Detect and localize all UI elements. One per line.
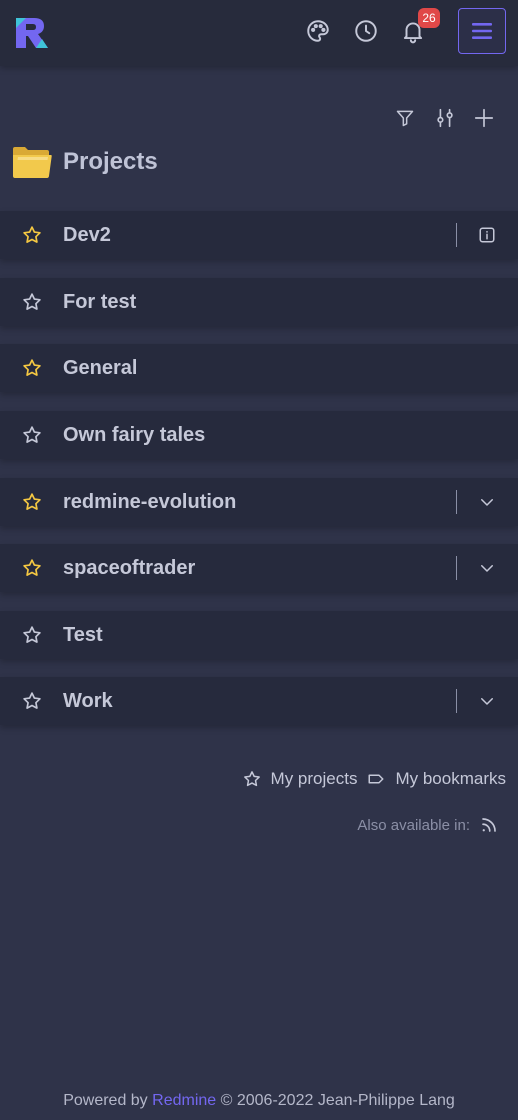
footer-prefix: Powered by bbox=[63, 1092, 148, 1109]
project-name[interactable]: redmine-evolution bbox=[63, 478, 236, 526]
row-divider bbox=[456, 490, 457, 514]
folder-icon bbox=[13, 147, 52, 178]
row-divider bbox=[456, 556, 457, 580]
my-bookmarks-link[interactable]: My bookmarks bbox=[367, 769, 506, 789]
hamburger-menu-button[interactable] bbox=[458, 8, 506, 54]
project-row-work[interactable]: Work bbox=[0, 677, 518, 725]
project-name[interactable]: Test bbox=[63, 611, 103, 659]
palette-icon[interactable] bbox=[304, 17, 332, 45]
project-row-spaceoftrader[interactable]: spaceoftrader bbox=[0, 544, 518, 592]
redmine-logo[interactable] bbox=[14, 14, 50, 50]
project-name[interactable]: spaceoftrader bbox=[63, 544, 195, 592]
star-filled-icon[interactable] bbox=[22, 358, 42, 378]
rss-feed-icon[interactable] bbox=[480, 816, 498, 834]
project-quick-links: My projects My bookmarks bbox=[233, 768, 506, 790]
project-name[interactable]: For test bbox=[63, 278, 136, 326]
row-divider bbox=[456, 689, 457, 713]
chevron-down-icon[interactable] bbox=[476, 557, 498, 579]
project-row-own-fairy-tales[interactable]: Own fairy tales bbox=[0, 411, 518, 459]
redmine-link[interactable]: Redmine bbox=[152, 1092, 216, 1109]
star-filled-icon[interactable] bbox=[22, 492, 42, 512]
bookmark-tag-icon bbox=[368, 774, 384, 784]
chevron-down-icon[interactable] bbox=[476, 690, 498, 712]
filter-icon[interactable] bbox=[393, 106, 417, 130]
project-name[interactable]: Dev2 bbox=[63, 211, 111, 259]
project-name[interactable]: General bbox=[63, 344, 137, 392]
project-row-dev2[interactable]: Dev2 bbox=[0, 211, 518, 259]
also-available-label: Also available in: bbox=[357, 816, 470, 834]
star-outline-icon[interactable] bbox=[22, 691, 42, 711]
footer-copyright: © 2006-2022 Jean-Philippe Lang bbox=[220, 1092, 455, 1109]
project-row-for-test[interactable]: For test bbox=[0, 278, 518, 326]
star-outline-icon[interactable] bbox=[22, 425, 42, 445]
project-name[interactable]: Work bbox=[63, 677, 113, 725]
notification-count-badge[interactable]: 26 bbox=[418, 8, 440, 28]
star-outline-icon[interactable] bbox=[22, 292, 42, 312]
star-outline-icon bbox=[243, 771, 260, 787]
my-bookmarks-label[interactable]: My bookmarks bbox=[395, 769, 506, 789]
also-available-in: Also available in: bbox=[357, 814, 498, 836]
project-row-redmine-evolution[interactable]: redmine-evolution bbox=[0, 478, 518, 526]
sliders-icon[interactable] bbox=[433, 106, 457, 130]
star-filled-icon[interactable] bbox=[22, 225, 42, 245]
clock-icon[interactable] bbox=[352, 17, 380, 45]
my-projects-label[interactable]: My projects bbox=[271, 769, 358, 789]
chevron-down-icon[interactable] bbox=[476, 491, 498, 513]
hamburger-menu-icon bbox=[472, 23, 492, 39]
project-row-test[interactable]: Test bbox=[0, 611, 518, 659]
project-name[interactable]: Own fairy tales bbox=[63, 411, 205, 459]
footer: Powered by Redmine © 2006-2022 Jean-Phil… bbox=[0, 1092, 518, 1110]
add-project-icon[interactable] bbox=[472, 106, 496, 130]
page-title: Projects bbox=[63, 148, 158, 175]
row-divider bbox=[456, 223, 457, 247]
star-outline-icon[interactable] bbox=[22, 625, 42, 645]
top-navigation-bar: 26 bbox=[0, 0, 518, 66]
project-row-general[interactable]: General bbox=[0, 344, 518, 392]
star-filled-icon[interactable] bbox=[22, 558, 42, 578]
info-icon[interactable] bbox=[476, 224, 498, 246]
my-projects-link[interactable]: My projects bbox=[243, 769, 358, 789]
